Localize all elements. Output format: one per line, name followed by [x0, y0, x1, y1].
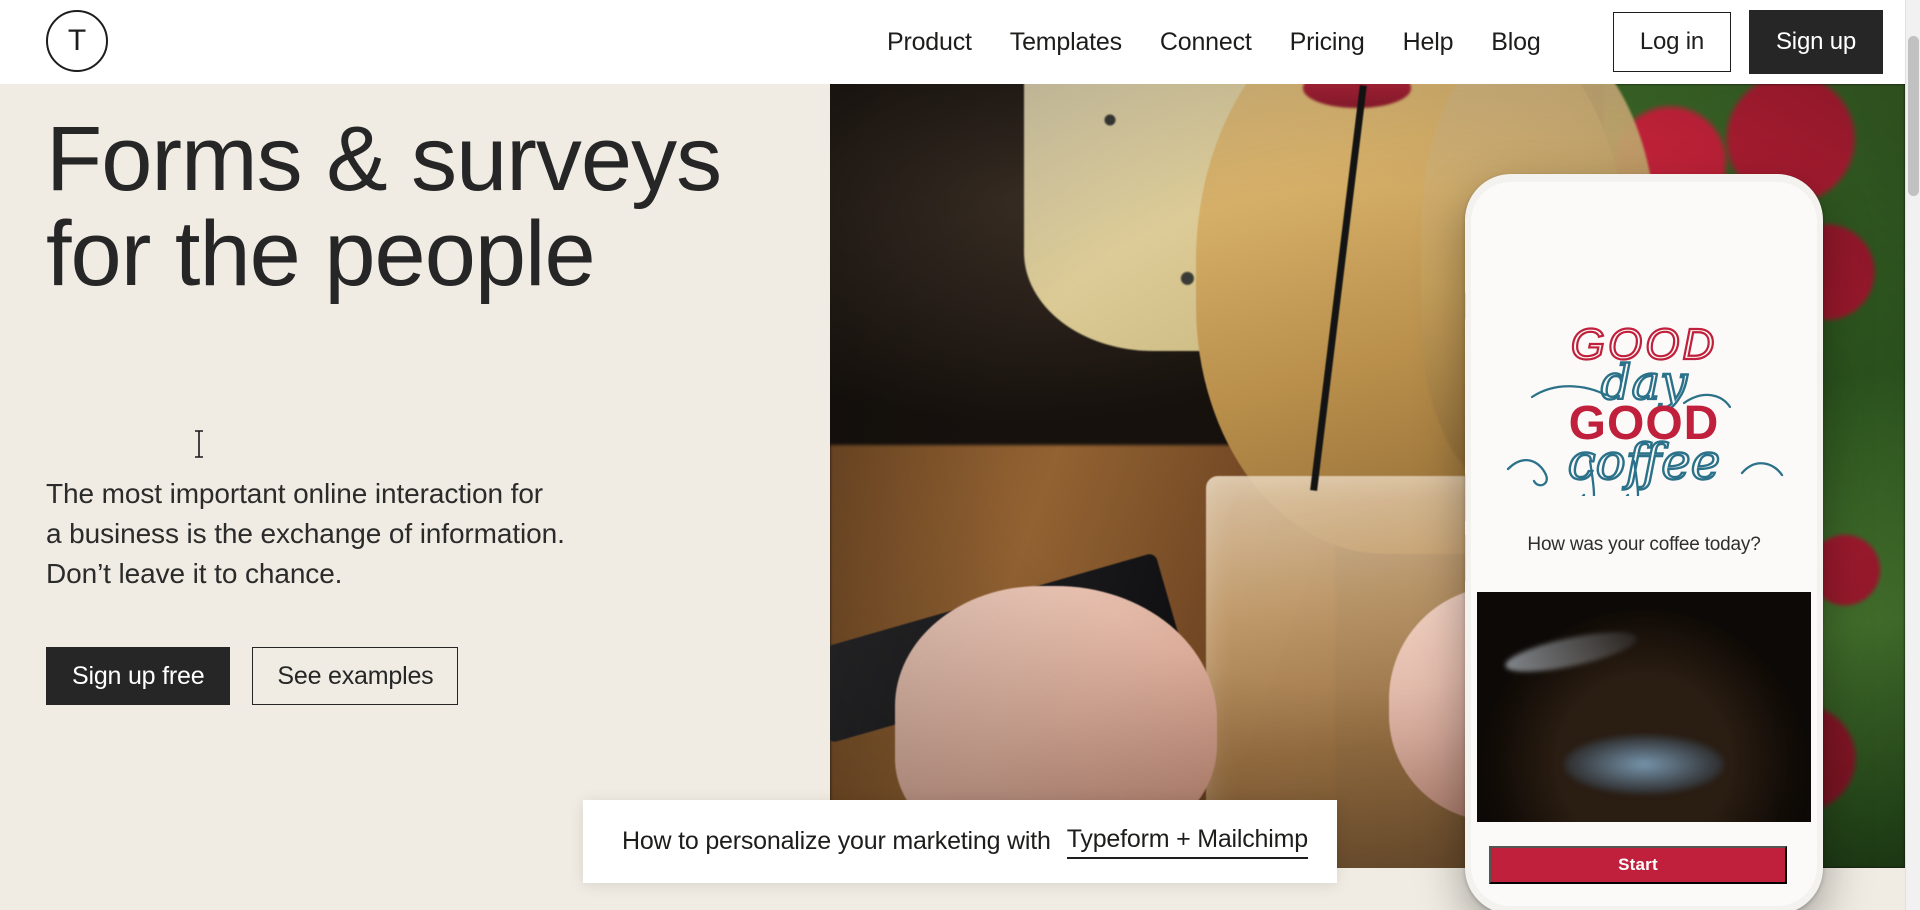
hero-text-panel: Forms & surveys for the people The most … — [0, 84, 830, 910]
vertical-scrollbar[interactable] — [1905, 0, 1920, 910]
nav-item-connect[interactable]: Connect — [1141, 0, 1271, 84]
auth-actions: Log in Sign up — [1613, 0, 1883, 84]
start-button[interactable]: Start — [1489, 846, 1787, 884]
main-navigation: Product Templates Connect Pricing Help B… — [868, 0, 1560, 84]
page-root: T Product Templates Connect Pricing Help… — [0, 0, 1920, 910]
nav-item-pricing[interactable]: Pricing — [1271, 0, 1384, 84]
nav-item-templates[interactable]: Templates — [991, 0, 1141, 84]
nav-item-blog[interactable]: Blog — [1472, 0, 1559, 84]
phone-volume-down-icon — [1465, 534, 1466, 582]
phone-volume-up-icon — [1465, 474, 1466, 522]
page-title: Forms & surveys for the people — [46, 112, 786, 302]
sign-up-free-button[interactable]: Sign up free — [46, 647, 231, 705]
nav-item-product[interactable]: Product — [868, 0, 991, 84]
phone-mockup: GOOD day GOOD coffee How was your coffee… — [1465, 174, 1823, 910]
typeform-logo-icon[interactable]: T — [46, 10, 108, 72]
nav-item-help[interactable]: Help — [1384, 0, 1473, 84]
survey-question: How was your coffee today? — [1527, 534, 1761, 555]
headline-line-2: for the people — [46, 202, 596, 305]
phone-mute-switch-icon — [1465, 292, 1466, 320]
brand-logo-svg: GOOD day GOOD coffee — [1506, 318, 1784, 496]
logo-letter: T — [67, 23, 87, 57]
site-header: T Product Templates Connect Pricing Help… — [0, 0, 1905, 84]
login-button[interactable]: Log in — [1613, 12, 1731, 72]
vertical-scroll-thumb[interactable] — [1908, 36, 1919, 196]
coffee-reflection-layer — [1563, 734, 1725, 795]
promo-card[interactable]: How to personalize your marketing with T… — [583, 800, 1337, 883]
good-day-good-coffee-logo: GOOD day GOOD coffee — [1471, 308, 1817, 498]
promo-card-text: How to personalize your marketing with — [622, 827, 1051, 855]
coffee-cup-image — [1477, 592, 1811, 822]
logo-circle: T — [46, 10, 108, 72]
hero-cta-row: Sign up free See examples — [46, 647, 459, 705]
headline-line-1: Forms & surveys — [46, 108, 722, 210]
promo-card-link[interactable]: Typeform + Mailchimp — [1066, 825, 1308, 859]
hero-subheadline: The most important online interaction fo… — [46, 478, 565, 589]
see-examples-button[interactable]: See examples — [252, 647, 459, 705]
phone-screen: GOOD day GOOD coffee How was your coffee… — [1471, 182, 1817, 906]
signup-button[interactable]: Sign up — [1749, 10, 1883, 74]
